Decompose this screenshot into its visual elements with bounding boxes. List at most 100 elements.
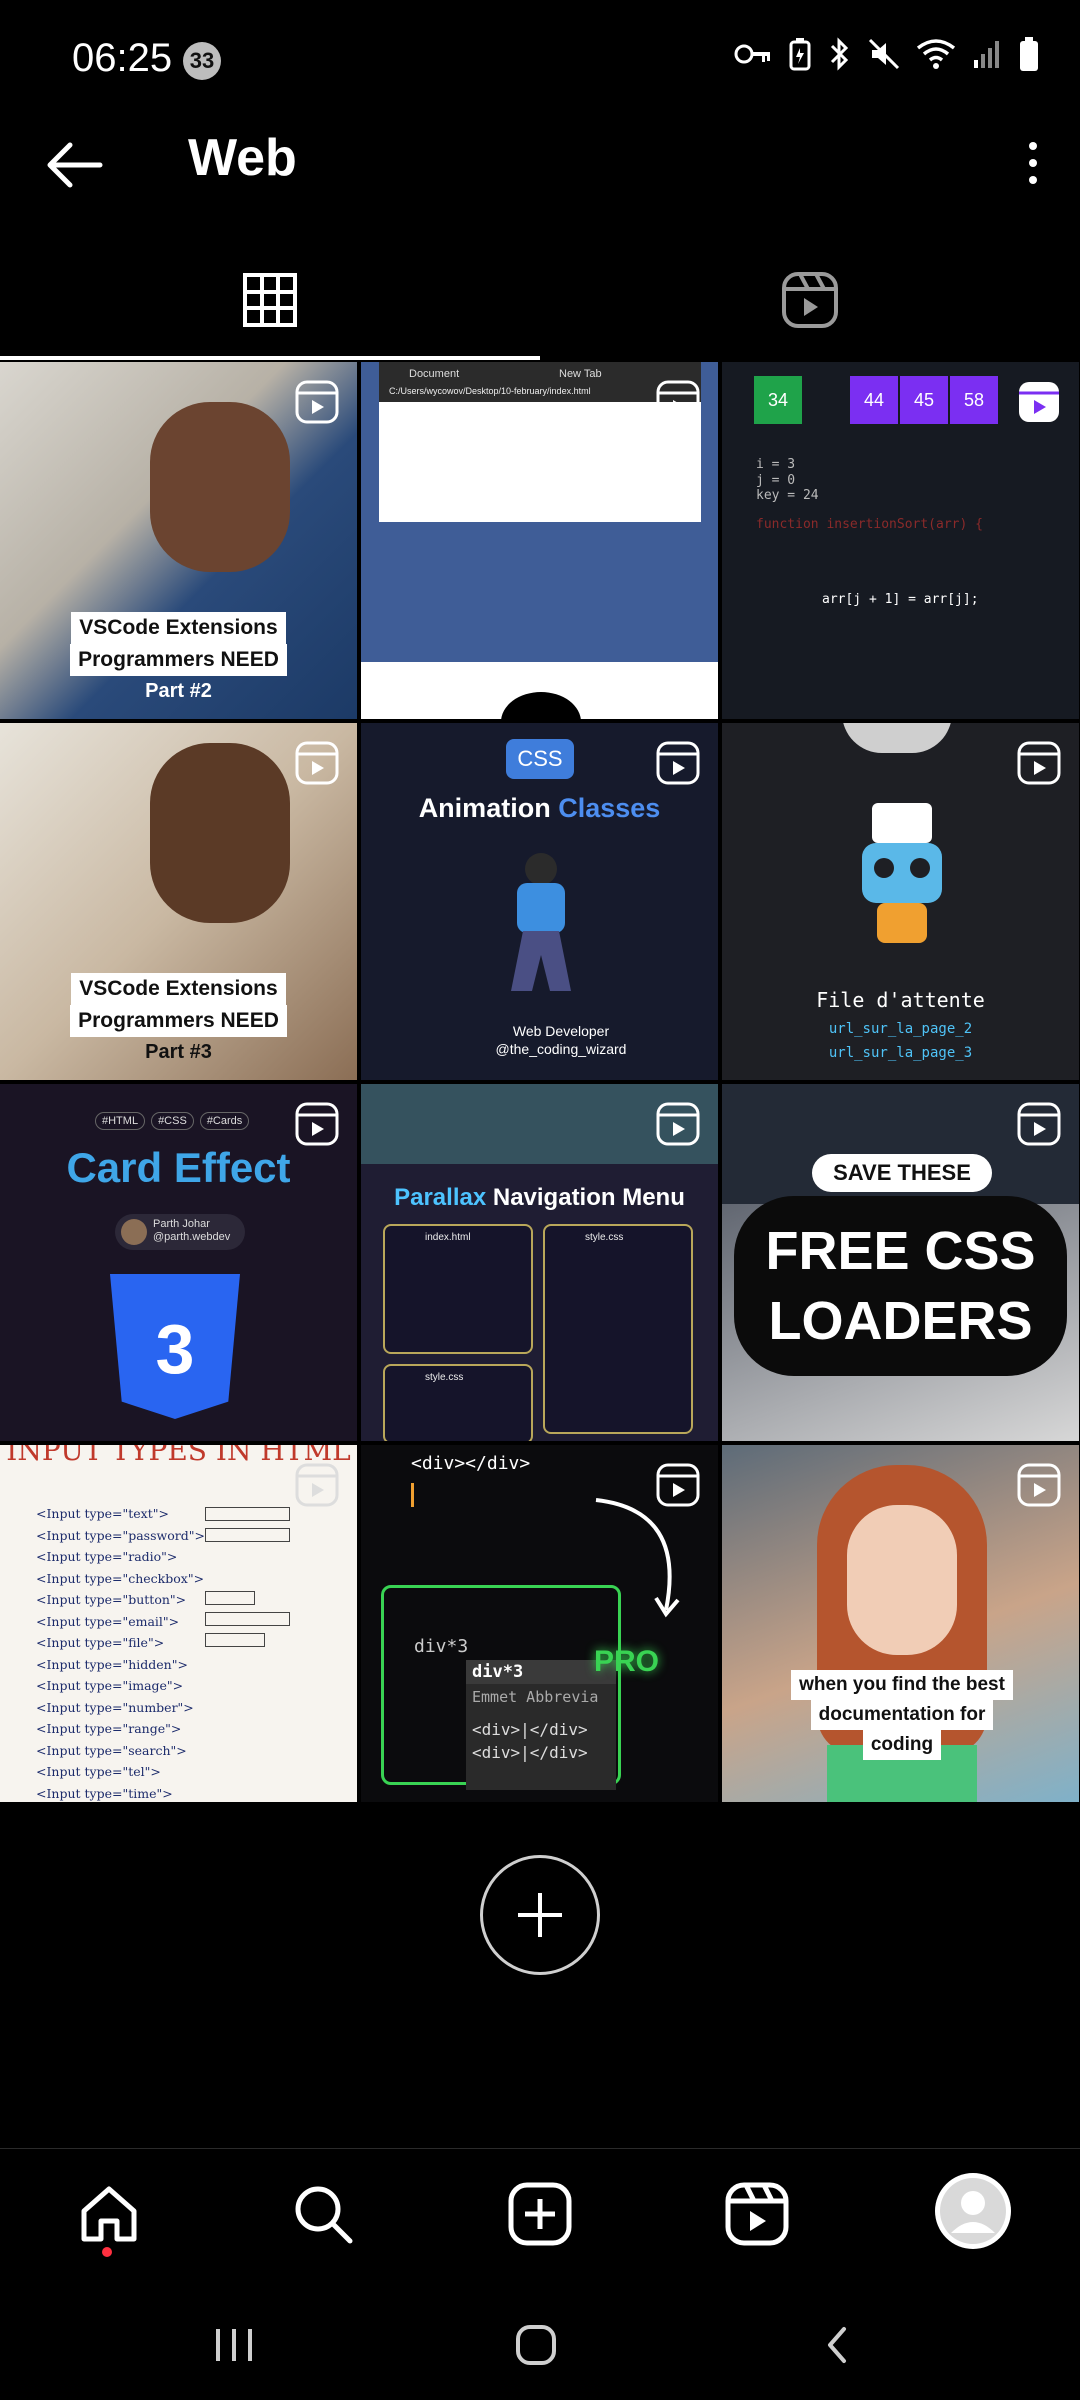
nav-reels[interactable] <box>722 2179 792 2249</box>
post-tile[interactable]: File d'attente url_sur_la_page_2 url_sur… <box>722 723 1079 1080</box>
battery-saver-icon <box>788 37 812 76</box>
reel-icon <box>295 1102 339 1146</box>
chevron-left-icon <box>828 2327 846 2363</box>
list-item: <Input type="hidden"> <box>36 1656 188 1672</box>
post-tile[interactable]: when you find the best documentation for… <box>722 1445 1079 1802</box>
system-back-button[interactable] <box>808 2315 868 2375</box>
notification-count-badge: 33 <box>183 42 221 80</box>
result-line: <div>|</div> <box>472 1743 588 1762</box>
nav-home[interactable] <box>74 2179 144 2249</box>
code-input: div*3 <box>414 1636 469 1657</box>
reels-icon <box>782 272 838 328</box>
caption-line: documentation for <box>810 1699 994 1730</box>
code-line: key = 24 <box>756 488 819 504</box>
robot-illustration <box>852 803 952 953</box>
file-name: index.html <box>425 1232 471 1243</box>
tag: #CSS <box>151 1112 194 1130</box>
reel-icon <box>1017 741 1061 785</box>
person-face <box>847 1505 957 1655</box>
tab-grid[interactable] <box>0 240 540 360</box>
nav-search[interactable] <box>288 2179 358 2249</box>
list-item: <Input type="time"> <box>36 1785 173 1801</box>
plus-square-icon <box>508 2182 572 2246</box>
person-face <box>150 743 290 923</box>
author-chip: Parth Johar @parth.webdev <box>115 1214 245 1250</box>
reel-icon <box>1017 1102 1061 1146</box>
tile-caption: when you find the best documentation for… <box>777 1670 1027 1760</box>
system-home-button[interactable] <box>506 2315 566 2375</box>
post-tile[interactable]: SAVE THESE FREE CSS LOADERS <box>722 1084 1079 1441</box>
caption-line: Programmers NEED <box>70 1005 287 1038</box>
tag: #Cards <box>199 1112 250 1130</box>
post-tile[interactable]: #HTML #CSS #Cards Card Effect Parth Joha… <box>0 1084 357 1441</box>
system-nav <box>0 2280 1080 2400</box>
post-tile[interactable]: CSS Animation Classes Web Developer @the… <box>361 723 718 1080</box>
title-part: Animation <box>418 793 551 823</box>
mute-icon <box>868 38 900 75</box>
title-part: Classes <box>558 793 661 823</box>
tag: #HTML <box>95 1112 146 1130</box>
result-line: <div>|</div> <box>472 1720 588 1739</box>
array-cell: 44 <box>850 376 898 424</box>
tile-title: INPUT TYPES IN HTML <box>6 1445 351 1467</box>
code-line: <div></div> <box>411 1453 531 1474</box>
post-tile[interactable]: Parallax Navigation Menu index.html styl… <box>361 1084 718 1441</box>
author-info: Web Developer @the_coding_wizard <box>461 1023 661 1058</box>
css-badge: CSS <box>506 739 574 779</box>
grid-icon <box>243 273 297 327</box>
caption-line: Part #3 <box>145 1041 212 1064</box>
tab-reels[interactable] <box>540 240 1080 360</box>
autocomplete-popup: div*3 Emmet Abbrevia <div>|</div> <div>|… <box>466 1660 616 1790</box>
author-handle: @parth.webdev <box>153 1231 231 1244</box>
code-line: arr[j + 1] = arr[j]; <box>822 592 979 607</box>
list-item: <Input type="checkbox"> <box>36 1570 205 1586</box>
list-item: <Input type="number"> <box>36 1699 194 1715</box>
caption-line: VSCode Extensions <box>71 612 286 645</box>
list-item: <Input type="button"> <box>36 1592 187 1607</box>
page-title: Web <box>188 129 297 187</box>
array-cell: 45 <box>900 376 948 424</box>
back-button[interactable] <box>40 130 110 200</box>
more-vertical-icon <box>1029 142 1037 184</box>
avatar-icon <box>935 2173 1011 2249</box>
list-item: <Input type="file"> <box>36 1635 165 1650</box>
recents-button[interactable] <box>204 2315 264 2375</box>
caption-text: FREE CSS LOADERS <box>734 1216 1067 1356</box>
post-tile[interactable]: VSCode Extensions Programmers NEED Part … <box>0 362 357 719</box>
reel-icon <box>656 380 700 424</box>
code-panel: index.html <box>383 1224 533 1354</box>
browser-page <box>379 402 701 522</box>
tile-title: Parallax Navigation Menu <box>361 1184 718 1212</box>
nav-create[interactable] <box>505 2179 575 2249</box>
pro-badge: PRO <box>594 1645 660 1678</box>
home-circle-icon <box>516 2325 556 2365</box>
plus-icon <box>518 1893 562 1937</box>
more-options-button[interactable] <box>1018 138 1048 188</box>
code-line: j = 0 <box>756 472 796 488</box>
logo-text: 3 <box>155 1310 195 1388</box>
add-to-collection-button[interactable] <box>480 1855 600 1975</box>
list-item: <Input type="range"> <box>36 1721 182 1736</box>
active-tab-indicator <box>0 356 540 360</box>
reel-icon <box>1019 382 1059 422</box>
post-tile[interactable]: <div></div> div*3 div*3 Emmet Abbrevia <… <box>361 1445 718 1802</box>
code-line: function insertionSort(arr) { <box>756 517 983 532</box>
code-vars: i = 3 j = 0 key = 24 <box>756 457 819 504</box>
title-part: Navigation Menu <box>492 1184 685 1211</box>
code-panel: style.css <box>383 1364 533 1441</box>
browser-tab-bar: Document New Tab C:/Users/wycowov/Deskto… <box>379 362 701 402</box>
notification-dot <box>102 2247 112 2257</box>
caption-pill: SAVE THESE <box>812 1154 992 1192</box>
character-illustration <box>501 853 581 993</box>
nav-profile[interactable] <box>933 2171 1013 2251</box>
post-tile[interactable]: Document New Tab C:/Users/wycowov/Deskto… <box>361 362 718 719</box>
battery-icon <box>1018 36 1040 77</box>
caption-line: LOADERS <box>768 1291 1033 1352</box>
caption-line: VSCode Extensions <box>71 973 286 1006</box>
post-tile[interactable]: INPUT TYPES IN HTML <Input type="text"> … <box>0 1445 357 1802</box>
tile-caption: VSCode Extensions Programmers NEED Part … <box>56 612 301 707</box>
post-tile[interactable]: 34 44 45 58 i = 3 j = 0 key = 24 functio… <box>722 362 1079 719</box>
list-item: <Input type="text"> <box>36 1506 169 1521</box>
caption-box: FREE CSS LOADERS <box>734 1196 1067 1376</box>
post-tile[interactable]: VSCode Extensions Programmers NEED Part … <box>0 723 357 1080</box>
